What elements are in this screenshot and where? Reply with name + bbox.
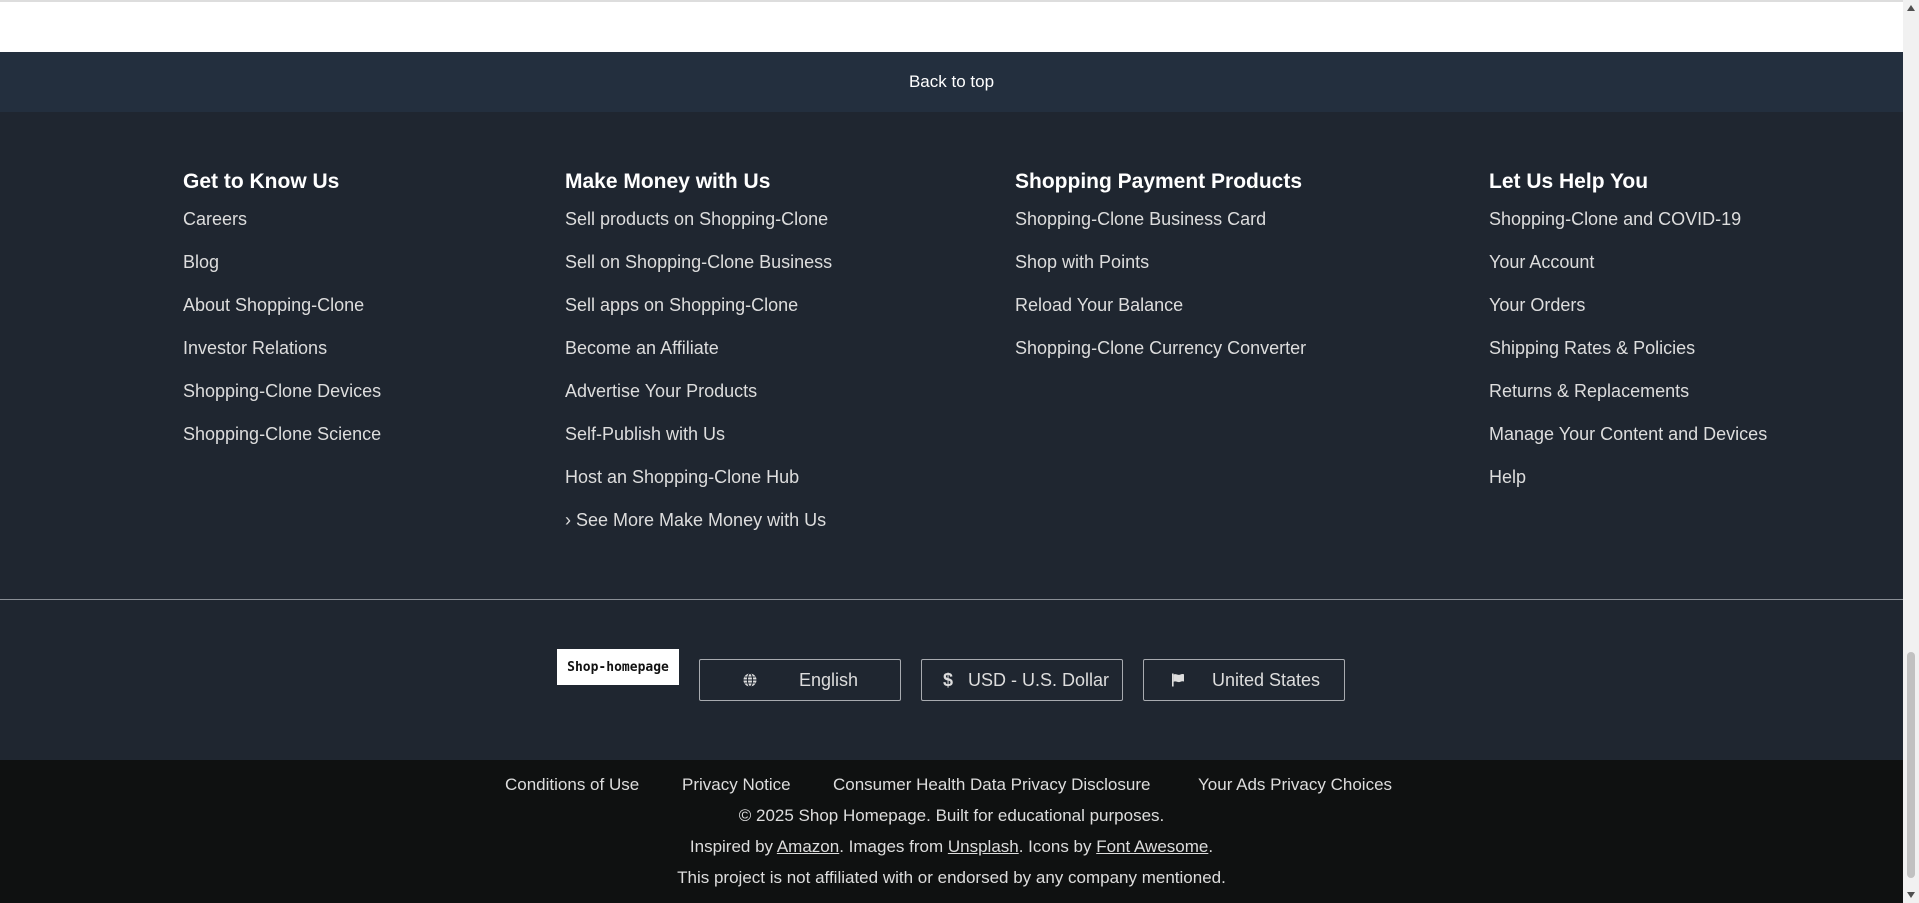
footer-link-your-orders[interactable]: Your Orders bbox=[1489, 294, 1767, 337]
footer-link-currency-converter[interactable]: Shopping-Clone Currency Converter bbox=[1015, 337, 1306, 380]
back-to-top-button[interactable]: Back to top bbox=[0, 52, 1903, 112]
credits-prefix: Inspired by bbox=[689, 837, 777, 856]
footer-link-careers[interactable]: Careers bbox=[183, 208, 381, 251]
column-title: Get to Know Us bbox=[183, 170, 340, 193]
footer-logo[interactable]: Shop-homepage bbox=[557, 649, 679, 685]
footer-link-blog[interactable]: Blog bbox=[183, 251, 381, 294]
legal-link-ads-privacy[interactable]: Your Ads Privacy Choices bbox=[1198, 775, 1392, 795]
legal-link-conditions[interactable]: Conditions of Use bbox=[505, 775, 639, 795]
footer-legal: Conditions of Use Privacy Notice Consume… bbox=[0, 760, 1903, 903]
footer-locale-bar: Shop-homepage English $ USD - U.S. Dolla… bbox=[0, 600, 1903, 760]
footer-link-covid[interactable]: Shopping-Clone and COVID-19 bbox=[1489, 208, 1767, 251]
footer-link-manage-content[interactable]: Manage Your Content and Devices bbox=[1489, 423, 1767, 466]
footer-link-help[interactable]: Help bbox=[1489, 466, 1767, 509]
footer-link-shipping-rates[interactable]: Shipping Rates & Policies bbox=[1489, 337, 1767, 380]
currency-selector[interactable]: $ USD - U.S. Dollar bbox=[921, 659, 1123, 701]
footer-link-affiliate[interactable]: Become an Affiliate bbox=[565, 337, 832, 380]
currency-label: USD - U.S. Dollar bbox=[968, 669, 1110, 690]
legal-link-health-data[interactable]: Consumer Health Data Privacy Disclosure bbox=[833, 775, 1150, 795]
country-label: United States bbox=[1212, 669, 1321, 690]
footer-link-sell-business[interactable]: Sell on Shopping-Clone Business bbox=[565, 251, 832, 294]
footer-column-payment-products: Shopping Payment Products Shopping-Clone… bbox=[1015, 170, 1306, 380]
flag-icon bbox=[1168, 670, 1188, 690]
credits-suffix: . bbox=[1208, 837, 1214, 856]
footer-column-get-to-know-us: Get to Know Us Careers Blog About Shoppi… bbox=[183, 170, 381, 466]
footer-link-about[interactable]: About Shopping-Clone bbox=[183, 294, 381, 337]
footer-link-science[interactable]: Shopping-Clone Science bbox=[183, 423, 381, 466]
footer-nav: Get to Know Us Careers Blog About Shoppi… bbox=[0, 112, 1903, 599]
back-to-top-label: Back to top bbox=[908, 72, 995, 91]
footer-link-shop-with-points[interactable]: Shop with Points bbox=[1015, 251, 1306, 294]
credits-line: Inspired by Amazon. Images from Unsplash… bbox=[0, 837, 1903, 857]
vertical-scrollbar[interactable] bbox=[1903, 0, 1919, 903]
legal-link-privacy-notice[interactable]: Privacy Notice bbox=[682, 775, 791, 795]
amazon-link[interactable]: Amazon bbox=[777, 837, 839, 856]
page-viewport: Back to top Get to Know Us Careers Blog … bbox=[0, 0, 1903, 903]
globe-icon bbox=[740, 670, 760, 690]
page-content-edge bbox=[0, 0, 1903, 52]
unsplash-link[interactable]: Unsplash bbox=[948, 837, 1019, 856]
column-title: Let Us Help You bbox=[1489, 170, 1649, 193]
language-label: English bbox=[799, 669, 859, 690]
scroll-down-arrow-icon[interactable] bbox=[1903, 887, 1919, 903]
scroll-up-arrow-icon[interactable] bbox=[1903, 0, 1919, 16]
footer-link-returns[interactable]: Returns & Replacements bbox=[1489, 380, 1767, 423]
credits-text: . Icons by bbox=[1018, 837, 1097, 856]
language-selector[interactable]: English bbox=[699, 659, 901, 701]
footer-link-your-account[interactable]: Your Account bbox=[1489, 251, 1767, 294]
footer-link-investor-relations[interactable]: Investor Relations bbox=[183, 337, 381, 380]
column-title: Shopping Payment Products bbox=[1015, 170, 1303, 193]
footer-link-sell-apps[interactable]: Sell apps on Shopping-Clone bbox=[565, 294, 832, 337]
dollar-icon: $ bbox=[942, 669, 953, 690]
footer-link-see-more[interactable]: › See More Make Money with Us bbox=[565, 509, 832, 552]
footer-link-host-hub[interactable]: Host an Shopping-Clone Hub bbox=[565, 466, 832, 509]
scrollbar-thumb[interactable] bbox=[1907, 652, 1915, 878]
credits-text: . Images from bbox=[839, 837, 948, 856]
copyright-text: © 2025 Shop Homepage. Built for educatio… bbox=[738, 806, 1165, 825]
footer-link-devices[interactable]: Shopping-Clone Devices bbox=[183, 380, 381, 423]
footer-link-self-publish[interactable]: Self-Publish with Us bbox=[565, 423, 832, 466]
legal-links: Conditions of Use Privacy Notice Consume… bbox=[0, 775, 1903, 795]
footer-column-help: Let Us Help You Shopping-Clone and COVID… bbox=[1489, 170, 1767, 509]
footer-column-make-money: Make Money with Us Sell products on Shop… bbox=[565, 170, 832, 552]
footer-link-sell-products[interactable]: Sell products on Shopping-Clone bbox=[565, 208, 832, 251]
footer-link-reload-balance[interactable]: Reload Your Balance bbox=[1015, 294, 1306, 337]
country-selector[interactable]: United States bbox=[1143, 659, 1345, 701]
logo-text: Shop-homepage bbox=[567, 659, 669, 675]
footer-link-advertise[interactable]: Advertise Your Products bbox=[565, 380, 832, 423]
disclaimer-text: This project is not affiliated with or e… bbox=[677, 868, 1226, 887]
footer-link-business-card[interactable]: Shopping-Clone Business Card bbox=[1015, 208, 1306, 251]
font-awesome-link[interactable]: Font Awesome bbox=[1096, 837, 1208, 856]
column-title: Make Money with Us bbox=[565, 170, 771, 193]
